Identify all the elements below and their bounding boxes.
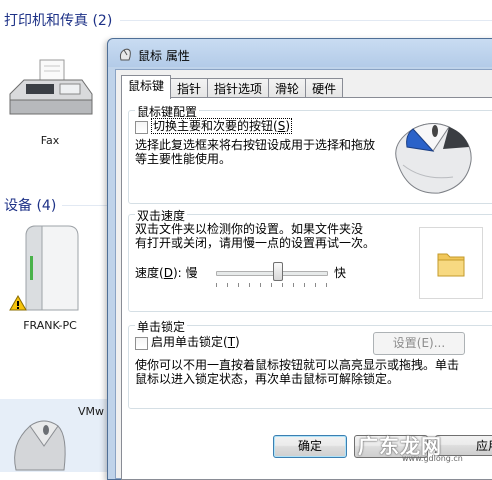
button-config-group: 鼠标键配置 切换主要和次要的按钮(S) 选择此复选框来将右按钮设成用于选择和拖放… xyxy=(128,103,492,204)
tab-pointers[interactable]: 指针 xyxy=(170,78,209,99)
group-divider xyxy=(62,205,107,206)
click-lock-description-line2: 鼠标以进入锁定状态，再次单击鼠标可解除锁定。 xyxy=(135,372,400,386)
speed-fast-label: 快 xyxy=(334,266,347,280)
computer-label[interactable]: FRANK-PC xyxy=(10,319,90,332)
dialog-title: 鼠标 属性 xyxy=(138,49,190,63)
tab-wheel[interactable]: 滑轮 xyxy=(268,78,307,99)
slider-tick xyxy=(293,283,294,287)
enable-click-lock-checkbox[interactable] xyxy=(135,337,148,350)
dialog-client-area: 鼠标键 指针 指针选项 滑轮 硬件 鼠标键配置 切换主要和次要的按钮(S) 选择… xyxy=(115,69,492,480)
apply-button[interactable]: 应用 xyxy=(435,435,492,456)
slider-tick xyxy=(271,283,272,287)
tab-strip: 鼠标键 指针 指针选项 滑轮 硬件 xyxy=(121,75,344,99)
mouse-icon xyxy=(118,47,132,61)
double-click-description-line1: 双击文件夹以检测你的设置。如果文件夹没 xyxy=(135,222,364,236)
ok-button[interactable]: 确定 xyxy=(273,435,347,458)
double-click-description-line2: 有打开或关闭，请用慢一点的设置再试一次。 xyxy=(135,236,376,250)
slider-tick xyxy=(315,283,316,287)
click-lock-title: 单击锁定 xyxy=(135,318,188,335)
computer-device-icon[interactable] xyxy=(2,218,82,314)
slider-tick xyxy=(216,283,217,287)
double-click-speed-thumb[interactable] xyxy=(272,262,283,281)
tab-pointer-options[interactable]: 指针选项 xyxy=(207,78,270,99)
printers-group-heading[interactable]: 打印机和传真 (2) xyxy=(4,10,112,30)
enable-click-lock-label[interactable]: 启用单击锁定(T) xyxy=(151,335,240,349)
slider-tick xyxy=(249,283,250,287)
switch-buttons-checkbox[interactable] xyxy=(135,121,148,134)
fax-label[interactable]: Fax xyxy=(30,134,70,147)
slider-tick xyxy=(238,283,239,287)
test-folder-box[interactable] xyxy=(419,227,483,299)
slider-tick xyxy=(282,283,283,287)
slider-tick xyxy=(260,283,261,287)
group-divider xyxy=(120,20,492,21)
mouse-preview-icon xyxy=(383,117,479,197)
tab-panel: 鼠标键配置 切换主要和次要的按钮(S) 选择此复选框来将右按钮设成用于选择和拖放… xyxy=(121,97,492,480)
switch-description-line1: 选择此复选框来将右按钮设成用于选择和拖放 xyxy=(135,138,376,152)
click-lock-description-line1: 使你可以不用一直按着鼠标按钮就可以高亮显示或拖拽。单击 xyxy=(135,358,460,372)
folder-icon[interactable] xyxy=(434,246,468,283)
speed-slow-label: 速度(D): 慢 xyxy=(135,266,198,280)
slider-tick xyxy=(227,283,228,287)
vmware-label[interactable]: VMw xyxy=(78,405,108,418)
tab-hardware[interactable]: 硬件 xyxy=(305,78,344,99)
click-lock-group: 单击锁定 启用单击锁定(T) 设置(E)... 使你可以不用一直按着鼠标按钮就可… xyxy=(128,318,492,409)
click-lock-settings-button[interactable]: 设置(E)... xyxy=(373,332,465,355)
mouse-device-icon[interactable] xyxy=(6,412,76,472)
switch-buttons-label[interactable]: 切换主要和次要的按钮(S) xyxy=(151,118,292,134)
tab-buttons[interactable]: 鼠标键 xyxy=(121,75,172,99)
slider-tick xyxy=(326,283,327,287)
watermark-url: www.gdlong.cn xyxy=(402,454,463,463)
fax-device-icon[interactable] xyxy=(4,56,96,126)
devices-group-heading[interactable]: 设备 (4) xyxy=(4,195,56,215)
mouse-properties-dialog: 鼠标 属性 鼠标键 指针 指针选项 滑轮 硬件 鼠标键配置 切换主要和次要的按钮… xyxy=(107,38,492,480)
switch-description-line2: 等主要性能使用。 xyxy=(135,152,232,166)
slider-tick xyxy=(304,283,305,287)
title-bar[interactable]: 鼠标 属性 xyxy=(108,39,492,67)
double-click-group: 双击速度 双击文件夹以检测你的设置。如果文件夹没 有打开或关闭，请用慢一点的设置… xyxy=(128,207,492,312)
